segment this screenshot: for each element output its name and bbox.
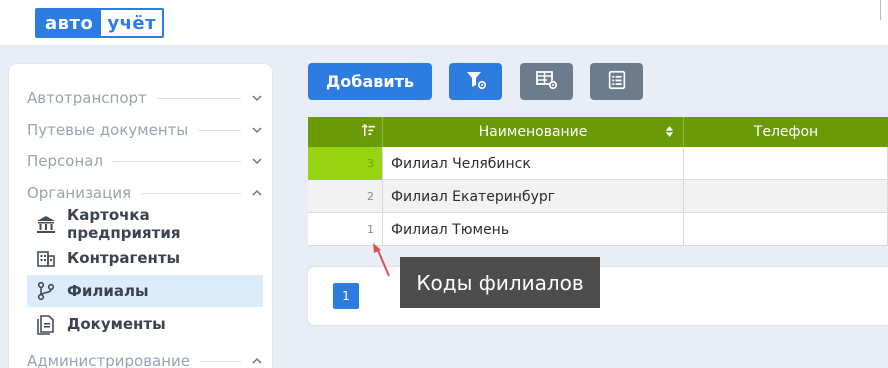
- chevron-up-icon: [251, 355, 263, 367]
- annotation-callout: Коды филиалов: [400, 257, 600, 308]
- sidebar-item-company-card[interactable]: Карточка предприятия: [27, 206, 263, 242]
- row-name: Филиал Тюмень: [383, 213, 684, 246]
- table-row[interactable]: 2 Филиал Екатеринбург: [308, 180, 888, 213]
- page-button-current[interactable]: 1: [333, 283, 359, 309]
- sidebar: Автотранспорт Путевые документы Персонал…: [9, 64, 272, 368]
- sidebar-item-label: Филиалы: [67, 282, 149, 300]
- logo-part-right: учёт: [101, 10, 163, 36]
- row-phone: [684, 180, 888, 213]
- document-icon: [35, 313, 57, 335]
- header-divider: [880, 0, 881, 20]
- filter-settings-icon: [464, 68, 488, 96]
- list-icon: [606, 69, 628, 95]
- building-icon: [35, 247, 57, 269]
- section-divider: [141, 192, 241, 194]
- column-header-label: Наименование: [478, 124, 588, 140]
- row-code: 2: [308, 180, 383, 213]
- section-label: Администрирование: [27, 352, 191, 368]
- chevron-down-icon: [251, 155, 263, 167]
- section-organization[interactable]: Организация: [27, 180, 263, 206]
- sort-icon: [361, 123, 376, 142]
- sort-both-icon: [665, 125, 674, 142]
- row-name: Филиал Екатеринбург: [383, 180, 684, 213]
- section-label: Организация: [27, 184, 132, 202]
- table-settings-button[interactable]: [520, 63, 573, 100]
- chevron-up-icon: [251, 187, 263, 199]
- column-header-sort[interactable]: [308, 117, 383, 147]
- branch-icon: [35, 280, 57, 302]
- column-header-name[interactable]: Наименование: [383, 117, 684, 147]
- top-bar: авто учёт: [0, 0, 888, 46]
- sidebar-item-label: Карточка предприятия: [67, 206, 181, 242]
- logo-part-left: авто: [37, 10, 102, 36]
- section-divider: [156, 97, 241, 99]
- sidebar-item-label: Документы: [67, 315, 166, 333]
- sidebar-item-label: Контрагенты: [67, 249, 181, 267]
- section-divider: [200, 360, 241, 362]
- table-row[interactable]: 3 Филиал Челябинск: [308, 147, 888, 180]
- list-view-button[interactable]: [590, 63, 643, 100]
- filter-button[interactable]: [449, 63, 502, 100]
- section-personnel[interactable]: Персонал: [27, 148, 263, 174]
- section-divider: [198, 129, 241, 131]
- bank-icon: [35, 213, 57, 235]
- row-code: 3: [308, 147, 383, 180]
- add-button[interactable]: Добавить: [308, 63, 432, 100]
- row-phone: [684, 147, 888, 180]
- sidebar-item-documents[interactable]: Документы: [27, 308, 263, 340]
- chevron-down-icon: [251, 92, 263, 104]
- table-header: Наименование Телефон: [308, 117, 888, 147]
- sidebar-item-contractors[interactable]: Контрагенты: [27, 242, 263, 274]
- column-header-label: Телефон: [753, 124, 819, 140]
- table-settings-icon: [535, 68, 559, 96]
- section-label: Персонал: [27, 152, 104, 170]
- section-travel-documents[interactable]: Путевые документы: [27, 117, 263, 143]
- row-name: Филиал Челябинск: [383, 147, 684, 180]
- annotation-arrow: [373, 243, 390, 277]
- section-autotransport[interactable]: Автотранспорт: [27, 85, 263, 111]
- section-divider: [113, 160, 241, 162]
- section-label: Путевые документы: [27, 121, 189, 139]
- section-administration[interactable]: Администрирование: [27, 348, 263, 368]
- sidebar-item-branches[interactable]: Филиалы: [27, 275, 263, 307]
- chevron-down-icon: [251, 124, 263, 136]
- app-logo[interactable]: авто учёт: [35, 8, 165, 38]
- row-phone: [684, 213, 888, 246]
- column-header-phone[interactable]: Телефон: [684, 117, 888, 147]
- section-label: Автотранспорт: [27, 89, 147, 107]
